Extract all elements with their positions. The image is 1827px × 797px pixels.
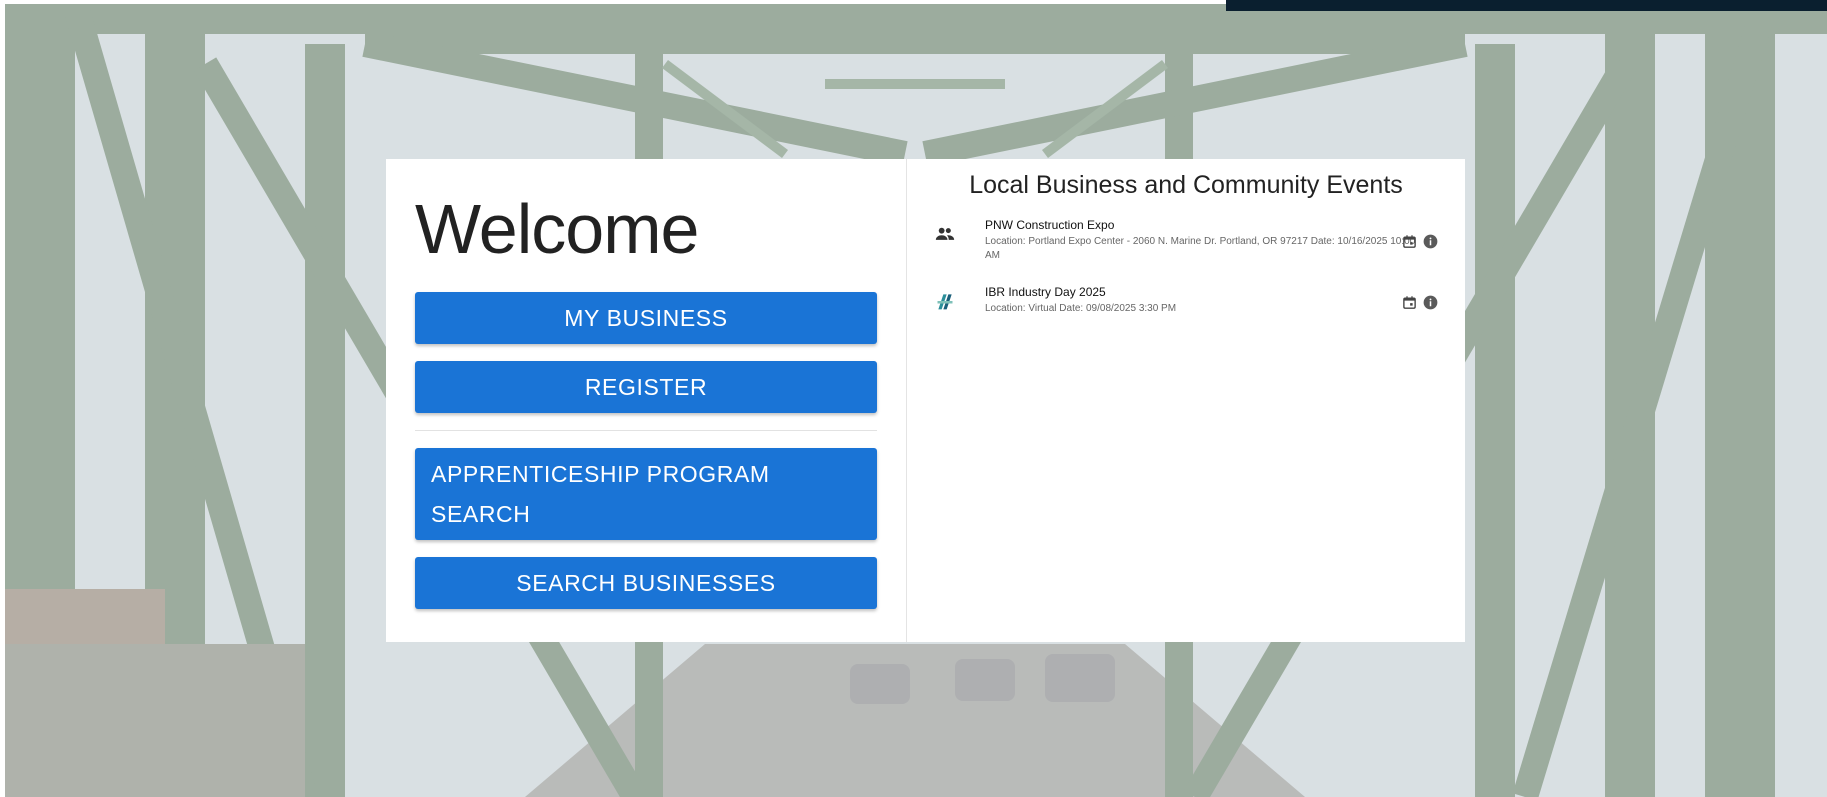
event-name: IBR Industry Day 2025 — [985, 285, 1106, 299]
event-name: PNW Construction Expo — [985, 218, 1115, 232]
top-dark-bar — [1226, 0, 1827, 11]
apprenticeship-label-line1: APPRENTICESHIP PROGRAM — [431, 461, 770, 487]
my-business-button[interactable]: MY BUSINESS — [415, 292, 877, 344]
apprenticeship-button-label: APPRENTICESHIP PROGRAM SEARCH — [431, 454, 770, 534]
apprenticeship-label-line2: SEARCH — [431, 501, 531, 527]
welcome-panel: Welcome MY BUSINESS REGISTER APPRENTICES… — [386, 159, 906, 642]
event-details: Location: Virtual Date: 09/08/2025 3:30 … — [985, 303, 1177, 314]
ibr-logo-icon — [937, 294, 953, 310]
divider — [415, 430, 877, 431]
search-businesses-button[interactable]: SEARCH BUSINESSES — [415, 557, 877, 609]
events-title: Local Business and Community Events — [969, 171, 1403, 199]
info-icon[interactable] — [1423, 234, 1438, 249]
add-to-calendar-icon[interactable] — [1402, 295, 1417, 310]
welcome-heading: Welcome — [415, 190, 699, 268]
register-button[interactable]: REGISTER — [415, 361, 877, 413]
info-icon[interactable] — [1423, 295, 1438, 310]
group-icon — [935, 227, 955, 240]
events-panel: Local Business and Community Events PNW … — [906, 159, 1465, 642]
event-details: Location: Portland Expo Center - 2060 N.… — [985, 236, 1416, 261]
apprenticeship-program-search-button[interactable]: APPRENTICESHIP PROGRAM SEARCH — [415, 448, 877, 540]
add-to-calendar-icon[interactable] — [1402, 234, 1417, 249]
